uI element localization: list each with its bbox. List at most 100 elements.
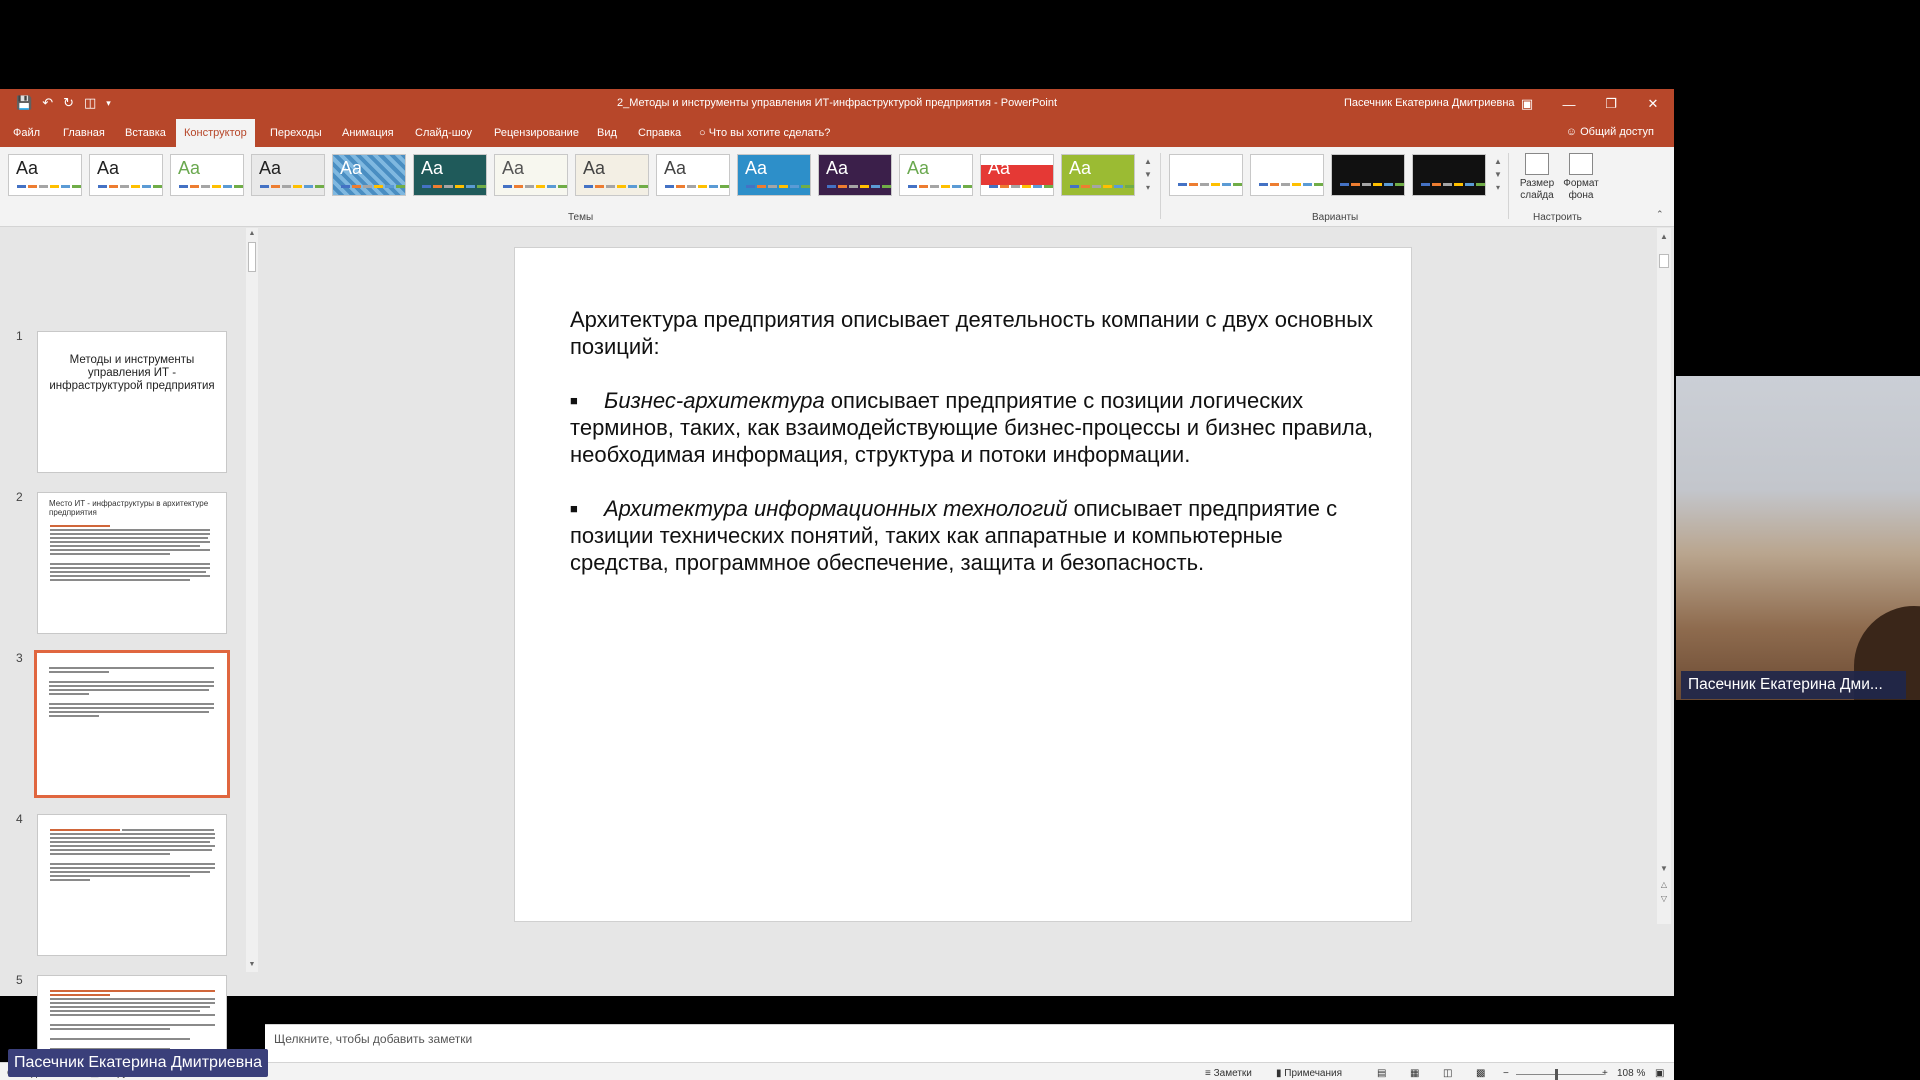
- thumbnail-title: Место ИТ - инфраструктуры в архитектуре …: [49, 499, 209, 517]
- scroll-thumb[interactable]: [1659, 254, 1669, 268]
- zoom-slider[interactable]: [1516, 1074, 1604, 1075]
- theme-thumbnail[interactable]: Aa: [251, 154, 325, 196]
- bullet-square-icon: ■: [570, 501, 578, 516]
- scroll-down-icon[interactable]: ▼: [246, 961, 258, 968]
- reading-view-icon[interactable]: ◫: [1443, 1068, 1452, 1079]
- notes-pane[interactable]: Щелкните, чтобы добавить заметки: [265, 1024, 1674, 1062]
- slideshow-view-icon[interactable]: ▩: [1476, 1068, 1485, 1079]
- scroll-up-icon[interactable]: ▲: [1657, 232, 1671, 241]
- slide-sorter-icon[interactable]: ▦: [1410, 1068, 1419, 1079]
- slide-size-button[interactable]: Размер слайда: [1515, 153, 1559, 202]
- tab-help[interactable]: Справка: [630, 119, 689, 147]
- theme-preview-text: Aa: [1069, 158, 1092, 178]
- theme-thumbnail[interactable]: Aa: [656, 154, 730, 196]
- scroll-up-icon[interactable]: ▲: [246, 230, 258, 237]
- slide-intro: Архитектура предприятия описывает деятел…: [570, 307, 1374, 359]
- variant-thumbnail[interactable]: [1412, 154, 1486, 196]
- close-icon[interactable]: ✕: [1632, 89, 1674, 119]
- slide-thumbnail[interactable]: Место ИТ - инфраструктуры в архитектуре …: [37, 492, 227, 634]
- theme-preview-text: Aa: [16, 158, 39, 178]
- theme-preview-text: Aa: [583, 158, 606, 178]
- thumbnail-number: 4: [16, 812, 23, 826]
- webcam-participant-label: Пасечник Екатерина Дми...: [1681, 671, 1906, 699]
- tab-design[interactable]: Конструктор: [176, 119, 255, 147]
- variant-thumbnail[interactable]: [1250, 154, 1324, 196]
- tell-me-label: Что вы хотите сделать?: [708, 127, 831, 139]
- tab-file[interactable]: Файл: [5, 119, 48, 147]
- scroll-down-icon[interactable]: ▼: [1657, 864, 1671, 873]
- theme-thumbnail[interactable]: Aa: [1061, 154, 1135, 196]
- tab-home[interactable]: Главная: [55, 119, 113, 147]
- theme-preview-text: Aa: [421, 158, 444, 178]
- variant-thumbnail[interactable]: [1331, 154, 1405, 196]
- theme-thumbnail[interactable]: Aa: [494, 154, 568, 196]
- group-divider: [1160, 153, 1161, 219]
- group-divider: [1508, 153, 1509, 219]
- window-controls: ▣ — ❐ ✕: [1506, 89, 1674, 119]
- tell-me-search[interactable]: ○ Что вы хотите сделать?: [691, 119, 838, 147]
- restore-icon[interactable]: ❐: [1590, 89, 1632, 119]
- tab-slideshow[interactable]: Слайд-шоу: [407, 119, 480, 147]
- zoom-out-icon[interactable]: −: [1503, 1068, 1509, 1079]
- zoom-slider-handle[interactable]: [1555, 1069, 1558, 1080]
- themes-gallery-scroll[interactable]: ▲ ▼ ▾: [1142, 155, 1154, 195]
- theme-thumbnail[interactable]: Aa: [980, 154, 1054, 196]
- slide-thumbnail-selected[interactable]: [34, 650, 230, 798]
- zoom-level[interactable]: 108 %: [1617, 1068, 1645, 1079]
- slide-size-label: Размер слайда: [1519, 178, 1555, 201]
- slide-editor: Архитектура предприятия описывает деятел…: [265, 228, 1674, 924]
- collapse-ribbon-icon[interactable]: ⌃: [1656, 209, 1664, 220]
- next-slide-icon[interactable]: ▽: [1657, 894, 1671, 903]
- slide-thumbnail[interactable]: Методы и инструменты управления ИТ - инф…: [37, 331, 227, 473]
- theme-thumbnail[interactable]: Aa: [899, 154, 973, 196]
- theme-thumbnail[interactable]: Aa: [413, 154, 487, 196]
- variants-gallery-scroll[interactable]: ▲ ▼ ▾: [1492, 155, 1504, 195]
- theme-thumbnail[interactable]: Aa: [575, 154, 649, 196]
- fit-to-window-icon[interactable]: ▣: [1655, 1068, 1664, 1079]
- theme-thumbnail[interactable]: Aa: [332, 154, 406, 196]
- previous-slide-icon[interactable]: △: [1657, 880, 1671, 889]
- minimize-icon[interactable]: —: [1548, 89, 1590, 119]
- theme-preview-text: Aa: [178, 158, 201, 178]
- notes-placeholder: Щелкните, чтобы добавить заметки: [274, 1032, 473, 1046]
- tab-review[interactable]: Рецензирование: [486, 119, 587, 147]
- ribbon-design: Aa Aa Aa Aa Aa Aa Aa Aa Aa Aa Aa Aa Aa Aa ▲ ▼ ▾ Темы ▲ ▼…: [0, 147, 1674, 227]
- editor-scrollbar[interactable]: ▲ ▼ △ ▽: [1657, 228, 1671, 924]
- thumbnail-title: Методы и инструменты управления ИТ - инф…: [49, 354, 215, 392]
- thumbnail-number: 1: [16, 329, 23, 343]
- powerpoint-window: 💾 ↶ ↻ ◫ ▾ 2_Методы и инструменты управле…: [0, 89, 1674, 1080]
- theme-thumbnail[interactable]: Aa: [8, 154, 82, 196]
- tab-view[interactable]: Вид: [589, 119, 625, 147]
- ribbon-tabs: Файл Главная Вставка Конструктор Переход…: [0, 119, 1674, 147]
- slide-text-box[interactable]: Архитектура предприятия описывает деятел…: [570, 306, 1380, 603]
- thumbnail-number: 3: [16, 651, 23, 665]
- notes-toggle[interactable]: ≡ Заметки: [1205, 1068, 1252, 1079]
- theme-thumbnail[interactable]: Aa: [818, 154, 892, 196]
- theme-preview-text: Aa: [502, 158, 525, 178]
- tab-transitions[interactable]: Переходы: [262, 119, 330, 147]
- bullet-square-icon: ■: [570, 393, 578, 408]
- thumbnail-number: 5: [16, 973, 23, 987]
- normal-view-icon[interactable]: ▤: [1377, 1068, 1386, 1079]
- zoom-in-icon[interactable]: +: [1602, 1068, 1608, 1079]
- theme-preview-text: Aa: [907, 158, 930, 178]
- comments-toggle[interactable]: ▮ Примечания: [1276, 1068, 1342, 1079]
- share-button[interactable]: ☺ Общий доступ: [1566, 126, 1654, 138]
- account-name[interactable]: Пасечник Екатерина Дмитриевна: [1344, 97, 1515, 109]
- slide-thumbnail[interactable]: [37, 814, 227, 956]
- scroll-thumb[interactable]: [248, 242, 256, 272]
- tab-insert[interactable]: Вставка: [117, 119, 174, 147]
- tab-animations[interactable]: Анимация: [334, 119, 402, 147]
- thumbnails-scrollbar[interactable]: ▲ ▼: [246, 228, 258, 972]
- ribbon-display-icon[interactable]: ▣: [1506, 89, 1548, 119]
- themes-group-label: Темы: [568, 212, 594, 223]
- notes-icon: ≡: [1205, 1068, 1214, 1079]
- theme-preview-text: Aa: [259, 158, 282, 178]
- format-background-button[interactable]: Формат фона: [1559, 153, 1603, 202]
- theme-thumbnail[interactable]: Aa: [170, 154, 244, 196]
- presenter-name-label: Пасечник Екатерина Дмитриевна: [8, 1049, 269, 1077]
- current-slide[interactable]: Архитектура предприятия описывает деятел…: [514, 247, 1412, 922]
- theme-thumbnail[interactable]: Aa: [89, 154, 163, 196]
- theme-thumbnail[interactable]: Aa: [737, 154, 811, 196]
- variant-thumbnail[interactable]: [1169, 154, 1243, 196]
